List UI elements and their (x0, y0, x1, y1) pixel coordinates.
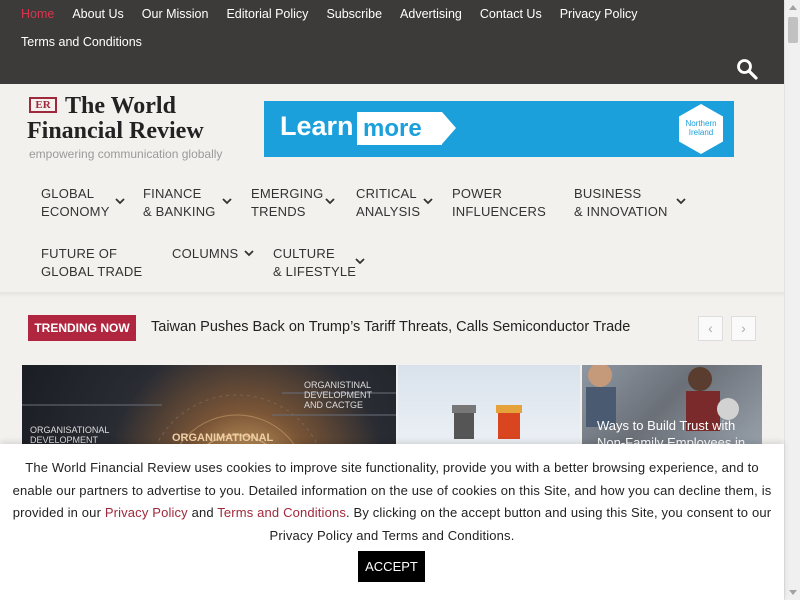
chevron-down-icon (355, 258, 365, 265)
cookie-consent-text: The World Financial Review uses cookies … (10, 457, 774, 547)
article-image-non-family-employees[interactable]: Ways to Build Trust with Non-Family Empl… (582, 365, 762, 455)
top-nav-bar: Home About Us Our Mission Editorial Policy S… (0, 0, 784, 84)
cookie-privacy-policy-link[interactable]: Privacy Policy (105, 505, 188, 520)
nav-global-economy[interactable]: GLOBAL ECONOMY (41, 185, 125, 221)
nav-label-line1: CULTURE (273, 246, 335, 261)
banner-ad[interactable]: Learn more Northern Ireland (264, 101, 734, 157)
nav-culture-lifestyle[interactable]: CULTURE & LIFESTYLE (273, 245, 365, 281)
nav-label-line1: POWER (452, 186, 503, 201)
nav-label-line2: & INNOVATION (574, 204, 668, 219)
nav-label-line2: ANALYSIS (356, 204, 421, 219)
image-text: ORGANISATIONAL (30, 425, 110, 435)
top-nav-editorial-policy[interactable]: Editorial Policy (217, 0, 317, 28)
nav-label-line2: ECONOMY (41, 204, 110, 219)
article-image-chess-pieces[interactable] (398, 365, 580, 455)
top-nav-terms-and-conditions[interactable]: Terms and Conditions (12, 28, 151, 56)
scroll-down-arrow[interactable] (785, 584, 800, 600)
chevron-down-icon (222, 198, 232, 205)
trending-bar: TRENDING NOW Taiwan Pushes Back on Trump… (22, 310, 762, 346)
accept-button[interactable]: ACCEPT (358, 551, 425, 582)
nav-label-line2: & BANKING (143, 204, 216, 219)
chess-pieces-graphic (452, 405, 522, 439)
logo-title-line2: Financial Review (27, 118, 204, 144)
trending-prev-button[interactable]: ‹ (698, 316, 723, 341)
nav-label-line1: FUTURE OF (41, 246, 118, 261)
nav-finance-banking[interactable]: FINANCE & BANKING (143, 185, 232, 221)
nav-label-line1: GLOBAL (41, 186, 95, 201)
nav-columns[interactable]: COLUMNS (172, 245, 254, 263)
nav-critical-analysis[interactable]: CRITICAL ANALYSIS (356, 185, 433, 221)
cookie-consent-banner: The World Financial Review uses cookies … (0, 444, 784, 600)
nav-label-line2: INFLUENCERS (452, 204, 546, 219)
chevron-down-icon (325, 198, 335, 205)
page-scrollbar[interactable] (784, 0, 800, 600)
search-icon[interactable] (736, 58, 758, 80)
nav-label-line1: CRITICAL (356, 186, 417, 201)
nav-label-line1: COLUMNS (172, 246, 239, 261)
image-text: ORGANISTINAL (304, 380, 372, 390)
banner-badge-line1: Northern (685, 119, 717, 128)
top-nav-our-mission[interactable]: Our Mission (133, 0, 218, 28)
top-nav-home[interactable]: Home (12, 0, 63, 28)
logo-tagline: empowering communication globally (29, 147, 223, 161)
logo-mark: ER (29, 97, 57, 113)
nav-emerging-trends[interactable]: EMERGING TRENDS (251, 185, 335, 221)
image-text: ORGANIMATIONAL (172, 432, 274, 444)
banner-more-text: more (357, 112, 456, 145)
article-image-organisational-development[interactable]: ORGANISATIONAL DEVELOPMENT ORGANIMATIONA… (22, 365, 396, 455)
chevron-down-icon (244, 250, 254, 257)
site-logo[interactable]: ER The World Financial Review empowering… (27, 93, 237, 165)
banner-learn-text: Learn (280, 111, 354, 141)
cookie-text-and: and (187, 505, 218, 520)
nav-future-of-global-trade[interactable]: FUTURE OF GLOBAL TRADE (41, 245, 142, 281)
top-nav-privacy-policy[interactable]: Privacy Policy (551, 0, 647, 28)
trending-next-button[interactable]: › (731, 316, 756, 341)
banner-badge-line2: Ireland (688, 128, 714, 137)
top-nav-about-us[interactable]: About Us (63, 0, 132, 28)
nav-business-innovation[interactable]: BUSINESS & INNOVATION (574, 185, 686, 221)
nav-label-line2: TRENDS (251, 204, 306, 219)
nav-label-line2: & LIFESTYLE (273, 264, 357, 279)
top-nav-contact-us[interactable]: Contact Us (471, 0, 551, 28)
logo-title-line1: The World (65, 93, 176, 119)
nav-power-influencers[interactable]: POWER INFLUENCERS (452, 185, 546, 221)
nav-label-line2: GLOBAL TRADE (41, 264, 143, 279)
top-nav-links: Home About Us Our Mission Editorial Policy S… (12, 0, 672, 56)
top-nav-advertising[interactable]: Advertising (391, 0, 471, 28)
banner-badge-text: Northern Ireland (680, 119, 722, 137)
image-text: AND CACTGE (304, 400, 364, 410)
trending-headline[interactable]: Taiwan Pushes Back on Trump’s Tariff Thr… (151, 319, 630, 335)
scroll-up-arrow[interactable] (785, 0, 800, 16)
trending-badge: TRENDING NOW (28, 315, 136, 341)
nav-divider (0, 292, 784, 298)
nav-label-line1: BUSINESS (574, 186, 642, 201)
nav-label-line1: EMERGING (251, 186, 324, 201)
image-text: DEVELOPMENT (304, 390, 373, 400)
nav-label-line1: FINANCE (143, 186, 202, 201)
chevron-down-icon (423, 198, 433, 205)
chevron-down-icon (115, 198, 125, 205)
scroll-thumb[interactable] (788, 17, 798, 43)
main-nav: GLOBAL ECONOMY FINANCE & BANKING EMERGIN… (0, 176, 784, 294)
top-nav-subscribe[interactable]: Subscribe (317, 0, 391, 28)
cookie-terms-link[interactable]: Terms and Conditions (217, 505, 346, 520)
chevron-down-icon (676, 198, 686, 205)
